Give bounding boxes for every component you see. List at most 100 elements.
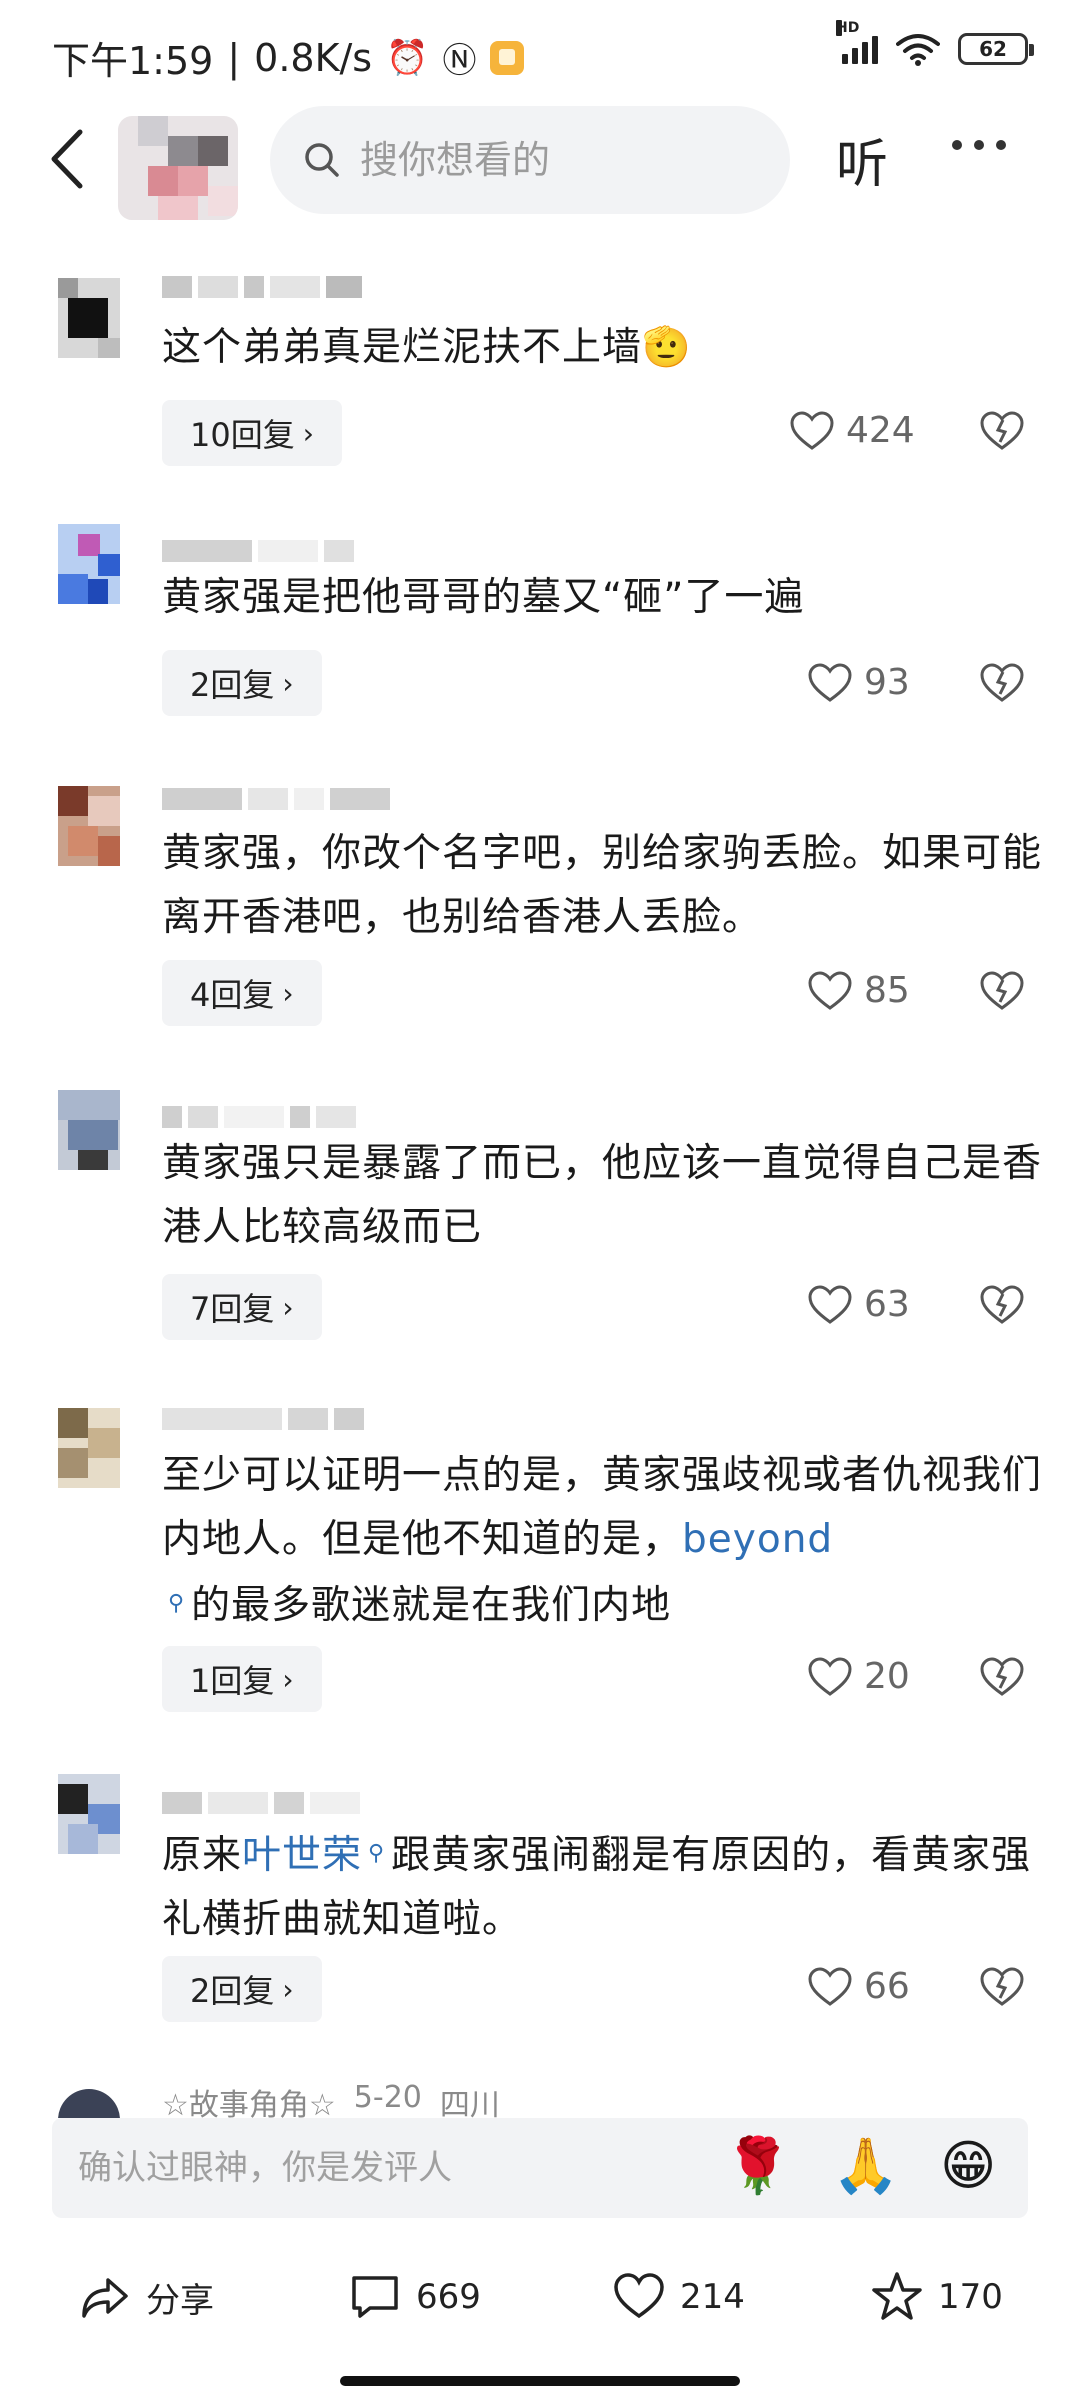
status-right: HD 62 bbox=[836, 20, 1034, 66]
heart-icon bbox=[808, 662, 852, 702]
like-count: 214 bbox=[680, 2277, 745, 2317]
search-icon[interactable]: ⚲ bbox=[168, 1591, 185, 1616]
person-link[interactable]: 叶世荣 bbox=[242, 1833, 362, 1878]
chevron-right-icon: › bbox=[282, 666, 294, 700]
favorite-button[interactable]: 170 bbox=[870, 2270, 1003, 2324]
like-button[interactable]: 63 bbox=[808, 1284, 910, 1325]
status-bar: 下午1:59 | 0.8K/s ⏰ Ⓝ HD 62 bbox=[0, 0, 1080, 110]
listen-button[interactable]: 听 bbox=[836, 122, 888, 197]
network-type-label: HD bbox=[836, 20, 860, 36]
battery-level: 62 bbox=[979, 37, 1007, 61]
commenter-avatar[interactable] bbox=[58, 1408, 120, 1488]
grin-emoji-icon[interactable]: 😁 bbox=[940, 2134, 996, 2197]
search-box[interactable] bbox=[270, 106, 790, 214]
comment-item-partial: ☆故事角角☆ 5-20 四川 bbox=[0, 2080, 1080, 2118]
comment-date: 5-20 bbox=[353, 2080, 422, 2115]
signal-icon: HD bbox=[836, 20, 878, 64]
reply-count-label: 2回复 bbox=[190, 666, 275, 704]
broken-heart-icon[interactable] bbox=[980, 1966, 1024, 2008]
comment-text: 黄家强，你改个名字吧，别给家驹丢脸。如果可能离开香港吧，也别给香港人丢脸。 bbox=[162, 831, 1043, 940]
commenter-name-blurred bbox=[162, 788, 502, 814]
wifi-icon bbox=[896, 32, 940, 66]
reply-count-label: 1回复 bbox=[190, 1662, 275, 1700]
dot bbox=[996, 140, 1006, 150]
like-count: 66 bbox=[864, 1966, 910, 2007]
like-button[interactable]: 85 bbox=[808, 970, 910, 1011]
search-input[interactable] bbox=[360, 138, 760, 182]
back-button[interactable] bbox=[40, 124, 100, 194]
like-count: 93 bbox=[864, 662, 910, 703]
comment-icon bbox=[352, 2276, 398, 2318]
reply-count-button[interactable]: 1回复 › bbox=[162, 1646, 322, 1712]
broken-heart-icon[interactable] bbox=[980, 410, 1024, 452]
home-indicator[interactable] bbox=[340, 2376, 740, 2386]
dot bbox=[974, 140, 984, 150]
comment-text: 黄家强是把他哥哥的墓又“砸”了一遍 bbox=[162, 575, 805, 620]
heart-icon bbox=[808, 1284, 852, 1324]
commenter-avatar[interactable] bbox=[58, 278, 120, 358]
broken-heart-icon[interactable] bbox=[980, 970, 1024, 1012]
reply-count-button[interactable]: 2回复 › bbox=[162, 1956, 322, 2022]
status-left: 下午1:59 | 0.8K/s ⏰ Ⓝ bbox=[52, 30, 525, 85]
reply-count-button[interactable]: 2回复 › bbox=[162, 650, 322, 716]
commenter-avatar[interactable] bbox=[58, 524, 120, 604]
status-time: 下午1:59 bbox=[52, 39, 214, 83]
commenter-name-blurred bbox=[162, 1792, 502, 1818]
nfc-icon: Ⓝ bbox=[442, 41, 477, 81]
alarm-icon: ⏰ bbox=[386, 37, 429, 78]
broken-heart-icon[interactable] bbox=[980, 1656, 1024, 1698]
search-icon[interactable]: ⚲ bbox=[368, 1841, 385, 1866]
like-button[interactable]: 93 bbox=[808, 662, 910, 703]
commenter-avatar[interactable] bbox=[58, 1090, 120, 1170]
action-bar: 分享 669 214 170 bbox=[0, 2260, 1080, 2340]
commenter-avatar[interactable] bbox=[58, 1774, 120, 1854]
broken-heart-icon[interactable] bbox=[980, 1284, 1024, 1326]
comment-text: 这个弟弟真是烂泥扶不上墙🫡 bbox=[162, 325, 692, 370]
comment-count: 669 bbox=[416, 2277, 481, 2317]
favorite-count: 170 bbox=[938, 2277, 1003, 2317]
comment-input-bar[interactable]: 🌹 🙏 😁 bbox=[52, 2118, 1028, 2218]
app-notification-icon bbox=[490, 40, 525, 75]
share-button[interactable]: 分享 bbox=[78, 2270, 214, 2324]
rose-emoji-icon[interactable]: 🌹 bbox=[724, 2134, 791, 2198]
commenter-name-blurred bbox=[162, 1106, 502, 1132]
like-button[interactable]: 20 bbox=[808, 1656, 910, 1697]
commenter-avatar[interactable] bbox=[58, 786, 120, 866]
more-options-button[interactable] bbox=[952, 140, 1006, 150]
comment-text: 至少可以证明一点的是，黄家强歧视或者仇视我们内地人。但是他不知道的是，beyon… bbox=[162, 1453, 1043, 1628]
share-icon bbox=[82, 2278, 128, 2318]
heart-icon bbox=[808, 970, 852, 1010]
broken-heart-icon[interactable] bbox=[980, 662, 1024, 704]
reply-count-label: 10回复 bbox=[190, 416, 295, 454]
like-button[interactable]: 66 bbox=[808, 1966, 910, 2007]
comment-region: 四川 bbox=[439, 2088, 500, 2118]
like-count: 424 bbox=[846, 410, 915, 451]
topic-link[interactable]: beyond bbox=[682, 1517, 833, 1562]
comment-input[interactable] bbox=[78, 2148, 718, 2188]
commenter-avatar[interactable] bbox=[58, 2080, 120, 2118]
reply-count-button[interactable]: 7回复 › bbox=[162, 1274, 322, 1340]
reply-count-button[interactable]: 10回复 › bbox=[162, 400, 342, 466]
comment-count-button[interactable]: 669 bbox=[348, 2270, 481, 2324]
commenter-name: ☆故事角角☆ bbox=[162, 2088, 336, 2118]
network-speed: 0.8K/s bbox=[254, 35, 373, 80]
divider: | bbox=[227, 35, 241, 80]
pray-emoji-icon[interactable]: 🙏 bbox=[832, 2134, 899, 2198]
reply-count-label: 7回复 bbox=[190, 1290, 275, 1328]
like-post-button[interactable]: 214 bbox=[612, 2270, 745, 2324]
reply-count-label: 4回复 bbox=[190, 976, 275, 1014]
chevron-right-icon: › bbox=[282, 1972, 294, 2006]
commenter-name-blurred bbox=[162, 276, 502, 302]
heart-icon bbox=[614, 2273, 664, 2319]
like-count: 20 bbox=[864, 1656, 910, 1697]
commenter-name-blurred bbox=[162, 1408, 502, 1434]
chevron-left-icon bbox=[51, 129, 83, 189]
like-button[interactable]: 424 bbox=[790, 410, 915, 451]
battery-icon: 62 bbox=[958, 33, 1034, 65]
author-avatar[interactable] bbox=[118, 116, 238, 220]
commenter-meta: ☆故事角角☆ 5-20 四川 bbox=[162, 2080, 500, 2118]
chevron-right-icon: › bbox=[282, 976, 294, 1010]
heart-icon bbox=[808, 1656, 852, 1696]
reply-count-button[interactable]: 4回复 › bbox=[162, 960, 322, 1026]
comment-text: 原来叶世荣 ⚲ 跟黄家强闹翻是有原因的，看黄家强礼横折曲就知道啦。 bbox=[162, 1833, 1032, 1942]
